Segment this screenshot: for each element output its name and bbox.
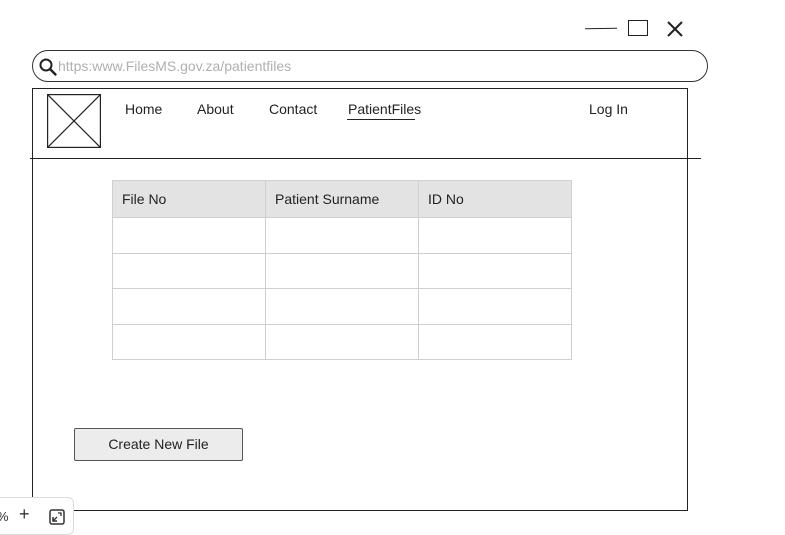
table-cell[interactable] [112, 288, 266, 325]
table-cell[interactable] [418, 288, 572, 325]
table-cell[interactable] [112, 217, 266, 254]
active-nav-underline [347, 119, 415, 120]
nav-about[interactable]: About [197, 101, 234, 117]
nav-contact[interactable]: Contact [269, 101, 317, 117]
create-new-file-button[interactable]: Create New File [74, 428, 243, 461]
zoom-in-button[interactable]: + [19, 505, 30, 523]
table-cell[interactable] [112, 252, 266, 289]
login-link[interactable]: Log In [589, 101, 628, 117]
close-icon[interactable] [664, 19, 686, 39]
table-cell[interactable] [418, 252, 572, 289]
table-cell[interactable] [418, 217, 572, 254]
zoom-toolbar: % + [0, 497, 74, 535]
table-row[interactable] [112, 217, 572, 254]
minimize-icon[interactable] [584, 27, 618, 30]
nav-patientfiles[interactable]: PatientFiles [348, 101, 421, 117]
table-row[interactable] [112, 288, 572, 325]
table-row[interactable] [112, 323, 572, 360]
fit-to-screen-icon[interactable] [49, 509, 65, 525]
table-cell[interactable] [265, 288, 419, 325]
zoom-percent-label: % [0, 509, 9, 524]
column-header-patient-surname[interactable]: Patient Surname [265, 180, 419, 218]
header-divider [30, 158, 701, 159]
patient-files-table: File No Patient Surname ID No [112, 180, 572, 360]
table-row[interactable] [112, 252, 572, 289]
address-bar[interactable]: https:www.FilesMS.gov.za/patientfiles [32, 50, 708, 82]
table-cell[interactable] [418, 323, 572, 360]
column-header-id-no[interactable]: ID No [418, 180, 572, 218]
search-icon [38, 57, 58, 77]
column-header-file-no[interactable]: File No [112, 180, 266, 218]
table-cell[interactable] [112, 323, 266, 360]
nav-home[interactable]: Home [125, 101, 162, 117]
maximize-icon[interactable] [628, 20, 648, 36]
table-cell[interactable] [265, 217, 419, 254]
url-text[interactable]: https:www.FilesMS.gov.za/patientfiles [58, 51, 291, 81]
table-cell[interactable] [265, 323, 419, 360]
table-header-row: File No Patient Surname ID No [112, 180, 572, 218]
table-cell[interactable] [265, 252, 419, 289]
image-placeholder-icon [47, 94, 101, 148]
